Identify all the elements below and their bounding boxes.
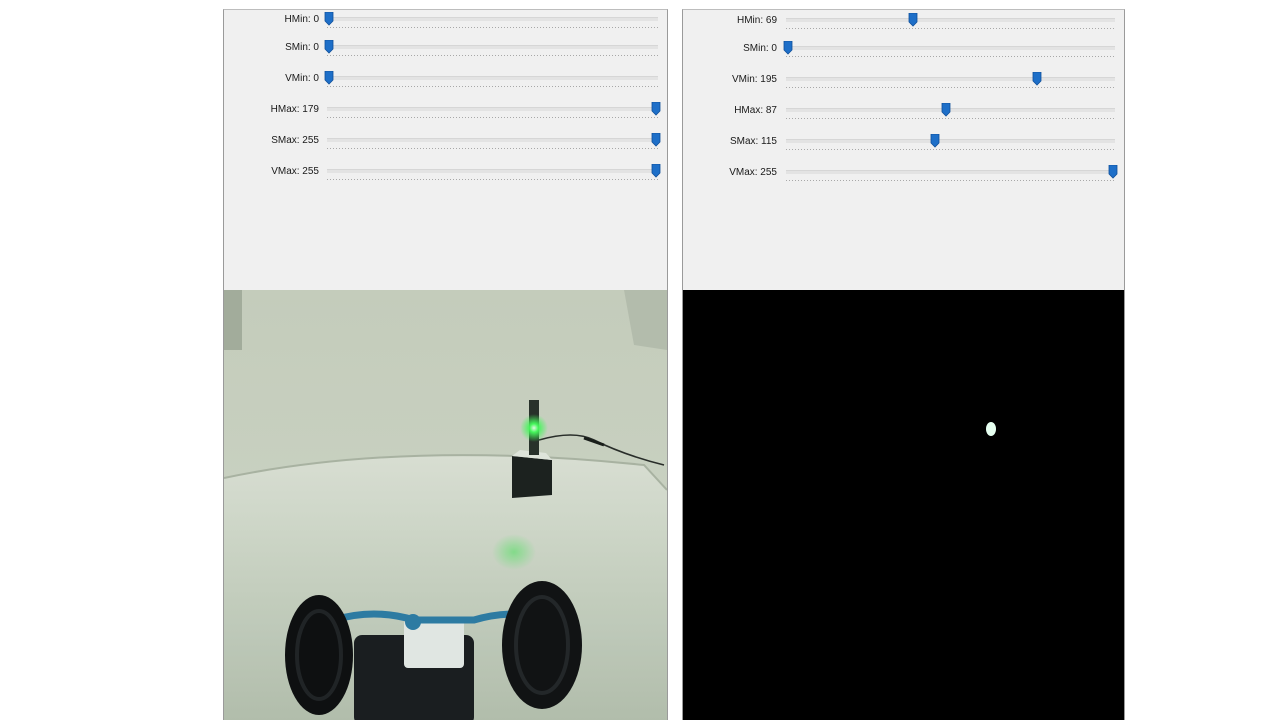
trackbar-label-hmax: HMax: 179 [270,104,319,115]
trackbar-ticks [327,27,658,28]
trackbar-label-hmin: HMin: 69 [736,15,777,26]
trackbar-row-smin: SMin: 0 [224,40,667,64]
trackbar-label-hmin: HMin: 0 [284,14,319,25]
trackbar-ticks [327,86,658,87]
trackbar-track-smax[interactable] [327,138,658,142]
trackbar-row-vmin: VMin: 195 [683,72,1124,96]
trackbar-ticks [786,87,1115,88]
trackbar-ticks [786,118,1115,119]
trackbar-track-vmax[interactable] [327,169,658,173]
trackbar-ticks [327,55,658,56]
trackbar-ticks [786,28,1115,29]
trackbar-label-hmax: HMax: 87 [734,105,777,116]
detected-led-blob [986,422,996,436]
trackbar-track-vmax[interactable] [786,170,1115,174]
trackbar-ticks [786,56,1115,57]
camera-window: HMin: 0 SMin: 0 VMin: 0 HMax: 179 SMax: … [223,9,668,720]
trackbar-thumb-vmin[interactable] [1032,72,1042,86]
camera-feed-image [224,290,667,720]
trackbar-track-smax[interactable] [786,139,1115,143]
trackbar-row-hmax: HMax: 87 [683,103,1124,127]
trackbar-row-smin: SMin: 0 [683,41,1124,65]
trackbar-row-vmax: VMax: 255 [224,164,667,188]
trackbar-row-smax: SMax: 255 [224,133,667,157]
mask-window: HMin: 69 SMin: 0 VMin: 195 HMax: 87 SMax… [682,9,1125,720]
trackbar-track-vmin[interactable] [786,77,1115,81]
trackbar-track-hmax[interactable] [327,107,658,111]
trackbar-thumb-smin[interactable] [783,41,793,55]
camera-scene [224,290,667,720]
trackbar-ticks [327,117,658,118]
trackbar-thumb-hmax[interactable] [651,102,661,116]
trackbar-row-smax: SMax: 115 [683,134,1124,158]
trackbar-track-hmin[interactable] [327,17,658,21]
trackbar-label-smin: SMin: 0 [743,43,777,54]
trackbar-ticks [327,179,658,180]
trackbar-thumb-vmax[interactable] [1108,165,1118,179]
trackbar-row-vmax: VMax: 255 [683,165,1124,189]
trackbar-label-vmin: VMin: 0 [285,73,319,84]
trackbar-ticks [786,149,1115,150]
trackbar-track-vmin[interactable] [327,76,658,80]
trackbar-row-hmax: HMax: 179 [224,102,667,126]
trackbar-label-vmin: VMin: 195 [731,74,777,85]
trackbar-label-vmax: VMax: 255 [271,166,319,177]
trackbar-thumb-vmax[interactable] [651,164,661,178]
trackbar-thumb-smax[interactable] [930,134,940,148]
trackbar-panel-right: HMin: 69 SMin: 0 VMin: 195 HMax: 87 SMax… [683,10,1124,290]
trackbar-ticks [786,180,1115,181]
trackbar-row-hmin: HMin: 0 [224,12,667,36]
trackbar-label-smin: SMin: 0 [285,42,319,53]
trackbar-thumb-vmin[interactable] [324,71,334,85]
trackbar-ticks [327,148,658,149]
trackbar-panel-left: HMin: 0 SMin: 0 VMin: 0 HMax: 179 SMax: … [224,10,667,290]
trackbar-track-hmin[interactable] [786,18,1115,22]
trackbar-thumb-hmin[interactable] [324,12,334,26]
trackbar-thumb-hmin[interactable] [908,13,918,27]
trackbar-track-smin[interactable] [327,45,658,49]
trackbar-row-vmin: VMin: 0 [224,71,667,95]
mask-output-image [683,290,1124,720]
trackbar-row-hmin: HMin: 69 [683,13,1124,37]
trackbar-thumb-hmax[interactable] [941,103,951,117]
mask-scene [683,290,1124,720]
trackbar-label-vmax: VMax: 255 [729,167,777,178]
trackbar-label-smax: SMax: 255 [271,135,319,146]
trackbar-thumb-smin[interactable] [324,40,334,54]
trackbar-label-smax: SMax: 115 [729,136,777,147]
trackbar-thumb-smax[interactable] [651,133,661,147]
trackbar-track-smin[interactable] [786,46,1115,50]
